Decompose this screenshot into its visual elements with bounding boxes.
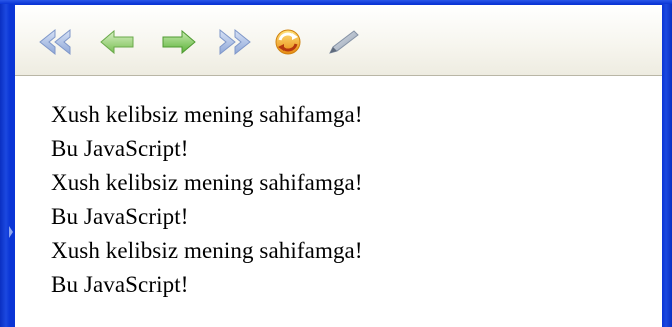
window-top-edge: [0, 0, 672, 4]
text-line: Bu JavaScript!: [51, 272, 189, 297]
navigation-toolbar: [15, 5, 662, 76]
refresh-icon: [275, 29, 301, 55]
browser-window: Xush kelibsiz mening sahifamga! Bu JavaS…: [15, 5, 662, 327]
browser-frame: Xush kelibsiz mening sahifamga! Bu JavaS…: [0, 0, 672, 327]
last-page-button[interactable]: [215, 25, 255, 59]
left-gutter: [0, 4, 13, 327]
splitter-handle[interactable]: [9, 226, 13, 238]
first-page-button[interactable]: [35, 25, 75, 59]
edit-button[interactable]: [323, 25, 363, 59]
pencil-icon: [329, 30, 359, 54]
double-arrow-left-icon: [39, 28, 71, 56]
document-text: Xush kelibsiz mening sahifamga! Bu JavaS…: [51, 98, 363, 302]
text-line: Xush kelibsiz mening sahifamga!: [51, 170, 363, 195]
text-line: Xush kelibsiz mening sahifamga!: [51, 238, 363, 263]
text-line: Bu JavaScript!: [51, 204, 189, 229]
forward-button[interactable]: [159, 25, 199, 59]
text-line: Xush kelibsiz mening sahifamga!: [51, 102, 363, 127]
page-content: Xush kelibsiz mening sahifamga! Bu JavaS…: [15, 76, 662, 327]
right-gutter: [662, 4, 672, 327]
double-arrow-right-icon: [219, 28, 251, 56]
text-line: Bu JavaScript!: [51, 136, 189, 161]
refresh-button[interactable]: [268, 25, 308, 59]
arrow-left-icon: [100, 29, 134, 55]
arrow-right-icon: [162, 29, 196, 55]
back-button[interactable]: [97, 25, 137, 59]
